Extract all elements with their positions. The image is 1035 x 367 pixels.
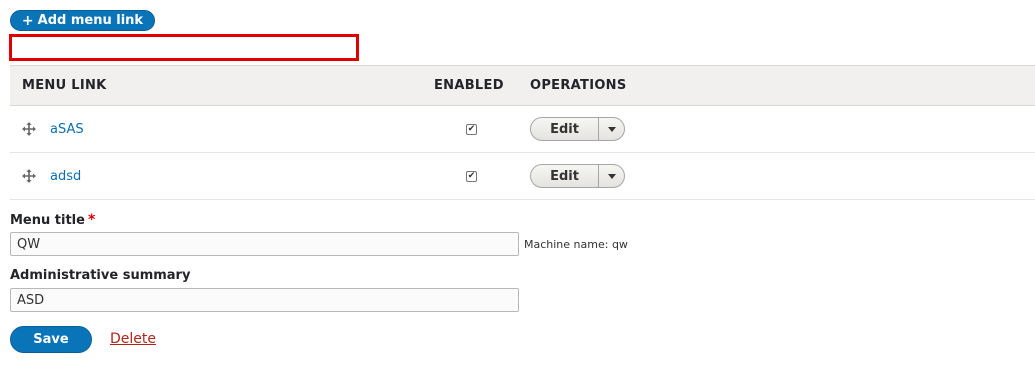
chevron-down-icon xyxy=(607,126,616,132)
machine-name-text: Machine name: qw xyxy=(524,238,628,251)
menu-title-input[interactable]: QW xyxy=(10,232,519,256)
delete-link[interactable]: Delete xyxy=(110,331,156,347)
header-operations: OPERATIONS xyxy=(530,78,627,93)
operations-dropbutton: Edit xyxy=(530,117,625,141)
chevron-down-icon xyxy=(607,173,616,179)
required-marker: * xyxy=(87,212,96,228)
enabled-checkbox[interactable]: ✔ xyxy=(466,123,477,135)
edit-button[interactable]: Edit xyxy=(531,118,599,140)
dropdown-toggle[interactable] xyxy=(599,165,624,187)
table-row: aSAS ✔ Edit xyxy=(10,106,1035,153)
drag-handle-icon[interactable] xyxy=(22,169,36,183)
highlight-box xyxy=(9,34,359,61)
drag-handle-icon[interactable] xyxy=(22,122,36,136)
menu-link-title[interactable]: adsd xyxy=(50,169,81,184)
add-menu-link-label: Add menu link xyxy=(37,13,144,28)
edit-button[interactable]: Edit xyxy=(531,165,599,187)
menu-link-title[interactable]: aSAS xyxy=(50,122,84,137)
menu-title-label-text: Menu title xyxy=(10,213,85,228)
menu-links-table: MENU LINK ENABLED OPERATIONS aSAS ✔ Edit xyxy=(10,65,1035,200)
operations-dropbutton: Edit xyxy=(530,164,625,188)
menu-edit-page: + Add menu link MENU LINK ENABLED OPERAT… xyxy=(0,0,1035,367)
summary-input[interactable]: ASD xyxy=(10,288,519,312)
menu-title-label: Menu title * xyxy=(10,212,95,228)
header-menu-link: MENU LINK xyxy=(22,78,107,93)
table-header: MENU LINK ENABLED OPERATIONS xyxy=(10,65,1035,106)
add-menu-link-button[interactable]: + Add menu link xyxy=(10,10,155,31)
header-enabled: ENABLED xyxy=(434,78,504,93)
summary-label: Administrative summary xyxy=(10,268,191,283)
table-row: adsd ✔ Edit xyxy=(10,153,1035,200)
save-button[interactable]: Save xyxy=(10,326,92,353)
enabled-checkbox[interactable]: ✔ xyxy=(466,170,477,182)
dropdown-toggle[interactable] xyxy=(599,118,624,140)
plus-icon: + xyxy=(21,12,34,29)
